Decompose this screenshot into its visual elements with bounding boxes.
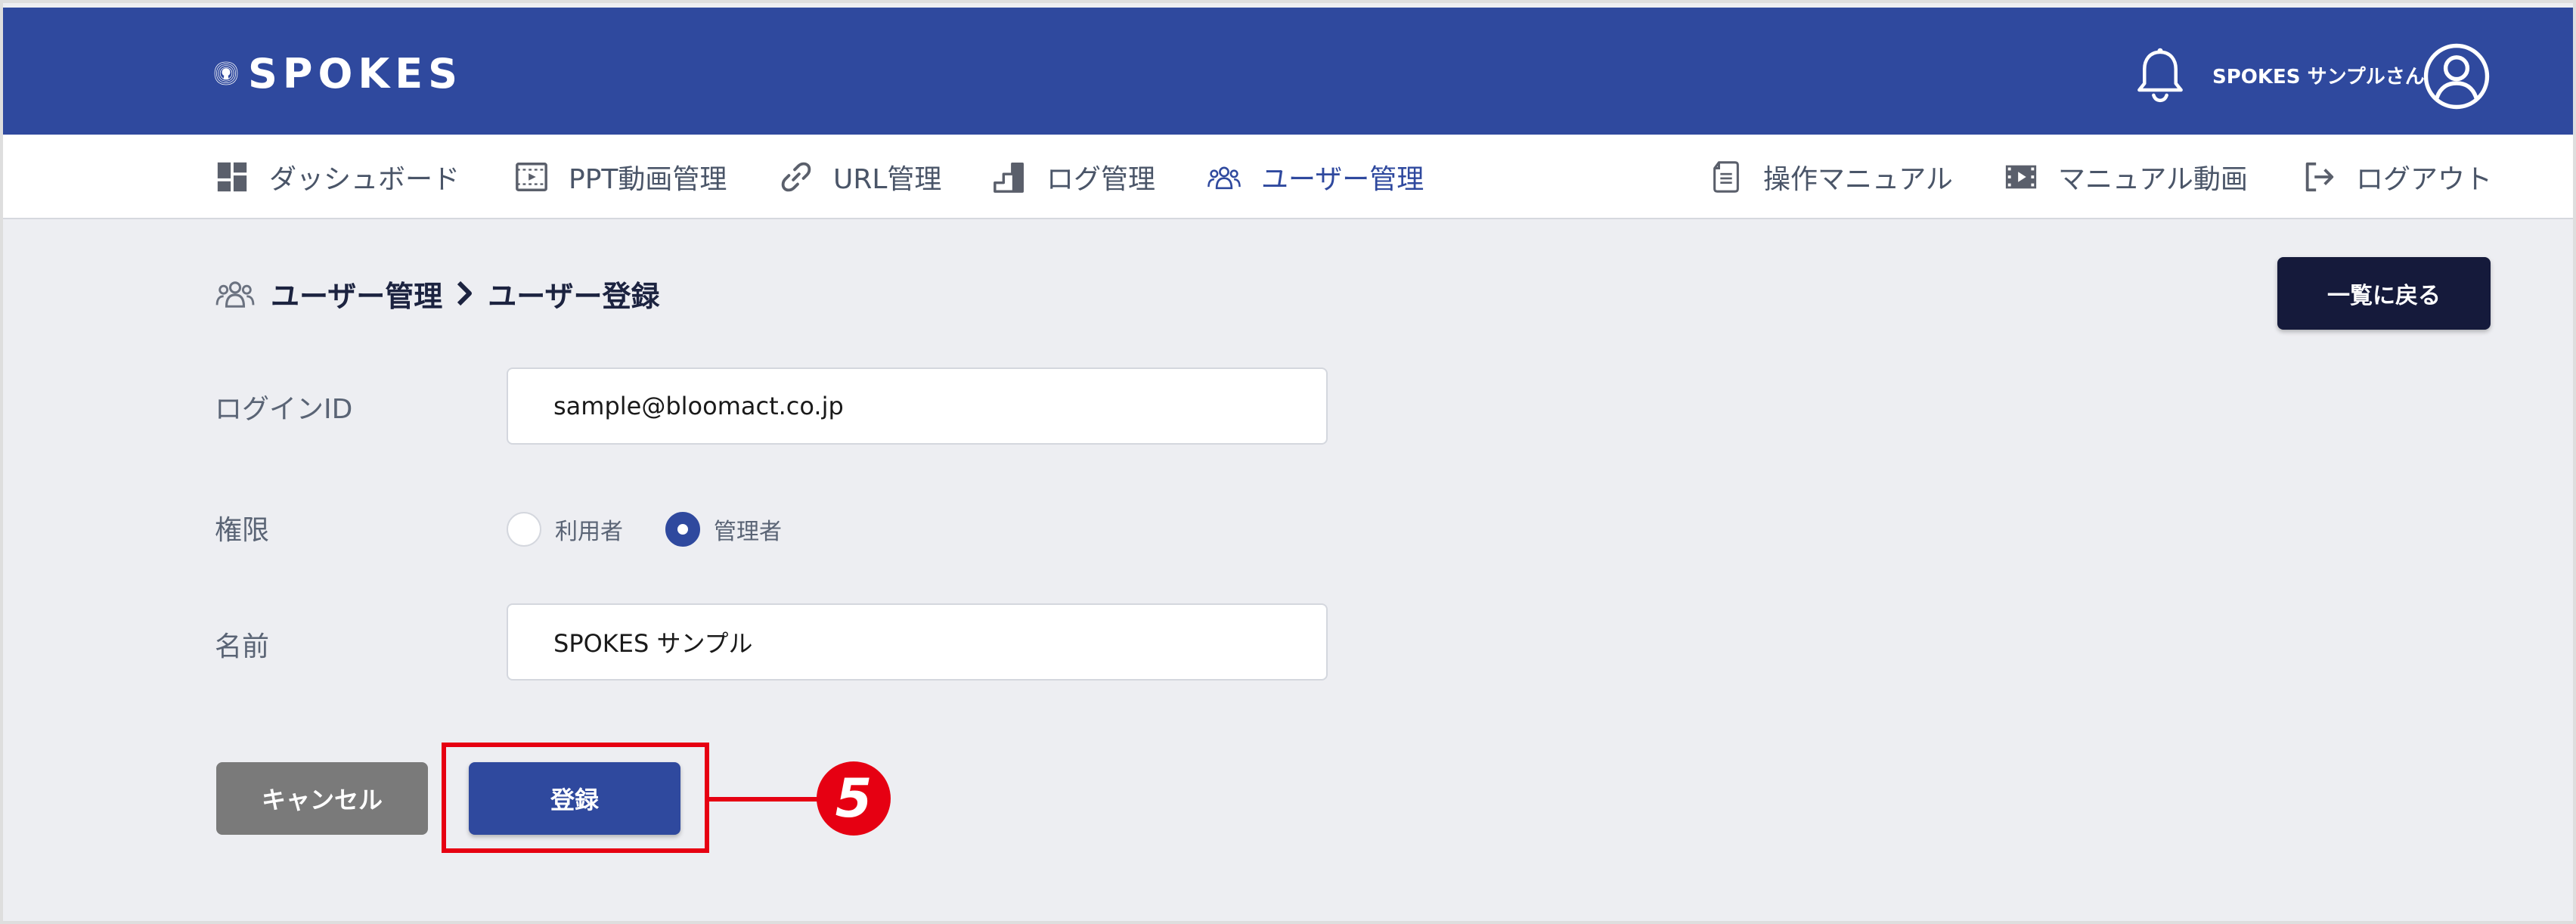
login-id-input[interactable] — [507, 367, 1328, 445]
user-name: SPOKES サンプルさん — [2212, 66, 2425, 88]
nav-item-log[interactable]: ログ管理 — [992, 135, 1155, 219]
name-label: 名前 — [215, 631, 270, 662]
back-to-list-button[interactable]: 一覧に戻る — [2277, 257, 2491, 330]
logo-text: SPOKES — [248, 49, 463, 98]
name-input[interactable] — [507, 603, 1328, 681]
nav-item-logout[interactable]: ログアウト — [2302, 135, 2492, 219]
dashboard-icon — [217, 162, 247, 192]
nav-item-manual[interactable]: 操作マニュアル — [1709, 135, 1953, 219]
user-avatar-icon[interactable] — [2423, 42, 2491, 110]
users-icon — [215, 281, 255, 308]
logout-icon — [2305, 162, 2334, 192]
breadcrumb: ユーザー管理 ユーザー登録 — [215, 272, 660, 315]
role-option-user[interactable]: 利用者 — [507, 508, 623, 550]
ppt-video-icon — [516, 163, 547, 191]
nav-item-dashboard[interactable]: ダッシュボード — [215, 135, 460, 219]
radio-button[interactable] — [507, 512, 541, 547]
nav-item-label: PPT動画管理 — [569, 164, 727, 195]
bell-icon[interactable] — [2134, 47, 2187, 104]
role-option-label: 管理者 — [714, 519, 782, 545]
nav-item-label: URL管理 — [833, 164, 942, 195]
nav-item-manual-video[interactable]: マニュアル動画 — [2004, 135, 2248, 219]
role-option-label: 利用者 — [555, 519, 623, 545]
logo[interactable]: SPOKES — [213, 29, 463, 118]
nav-item-ppt-video[interactable]: PPT動画管理 — [514, 135, 727, 219]
link-icon — [781, 162, 811, 192]
document-icon — [1713, 161, 1739, 193]
role-option-admin[interactable]: 管理者 — [665, 508, 782, 550]
nav-item-label: ログ管理 — [1046, 164, 1156, 195]
film-icon — [2005, 165, 2037, 189]
annotation-step-badge: 5 — [817, 761, 891, 836]
annotation-callout-line — [709, 797, 818, 802]
annotation-highlight-box — [442, 743, 709, 853]
log-steps-icon — [994, 163, 1024, 193]
nav-item-label: 操作マニュアル — [1763, 164, 1953, 195]
breadcrumb-parent[interactable]: ユーザー管理 — [271, 273, 442, 315]
cancel-button[interactable]: キャンセル — [216, 762, 428, 835]
users-icon — [1207, 166, 1241, 190]
top-header: SPOKES SPOKES サンプルさん — [3, 8, 2573, 135]
breadcrumb-current: ユーザー登録 — [488, 279, 660, 313]
chevron-right-icon — [457, 281, 473, 306]
nav-item-url[interactable]: URL管理 — [779, 135, 941, 219]
app-window: SPOKES SPOKES サンプルさん ダッシュボード PPT動画管理 URL… — [0, 0, 2576, 924]
nav-item-label: ユーザー管理 — [1261, 164, 1424, 195]
main-nav: ダッシュボード PPT動画管理 URL管理 ログ管理 ユーザー管理 操作マニュア… — [3, 135, 2573, 219]
nav-item-label: ログアウト — [2356, 164, 2493, 195]
nav-item-label: マニュアル動画 — [2058, 164, 2248, 195]
login-id-label: ログインID — [215, 394, 353, 425]
radio-button-selected[interactable] — [665, 512, 700, 547]
role-label: 権限 — [215, 515, 270, 546]
nav-item-user-management[interactable]: ユーザー管理 — [1207, 135, 1424, 219]
logo-mark-icon — [214, 61, 238, 85]
nav-item-label: ダッシュボード — [269, 164, 460, 195]
